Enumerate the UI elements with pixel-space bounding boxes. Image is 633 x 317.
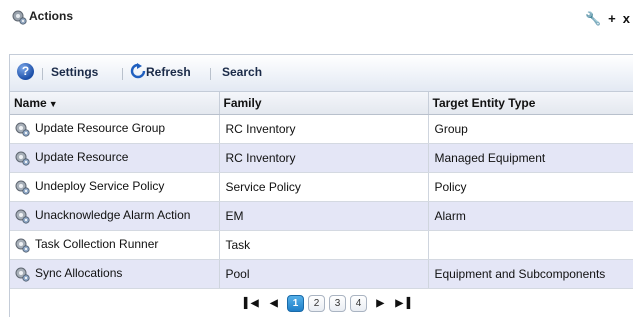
pagination-controls: ▌◀ ◀ 1234 ▶ ▶▐ <box>240 290 414 312</box>
sort-desc-icon: ▼ <box>48 99 58 109</box>
help-icon[interactable]: ? <box>17 63 34 80</box>
page-numbers: 1234 <box>285 295 369 312</box>
refresh-button[interactable]: Refresh <box>146 65 191 79</box>
page-button-3[interactable]: 3 <box>329 295 346 312</box>
table-row[interactable]: Unacknowledge Alarm Action EM Alarm <box>10 201 633 231</box>
cell-name: Update Resource Group <box>10 114 220 144</box>
column-header-name[interactable]: Name ▼ <box>10 92 220 115</box>
page-button-4[interactable]: 4 <box>350 295 367 312</box>
cell-target-entity-type: Policy <box>428 172 633 202</box>
cell-target-entity-type <box>428 230 633 260</box>
action-gear-icon <box>15 238 30 253</box>
toolbar-separator <box>210 68 211 80</box>
pagination: ▌◀ ◀ 1234 ▶ ▶▐ <box>10 290 633 316</box>
window-tools: 🔧 + x <box>581 11 633 27</box>
refresh-icon[interactable] <box>130 63 146 79</box>
cell-target-entity-type: Equipment and Subcomponents <box>428 259 633 289</box>
table-row[interactable]: Update Resource Group RC Inventory Group <box>10 114 633 144</box>
cell-family: Pool <box>219 259 429 289</box>
prev-page-icon[interactable]: ◀ <box>270 298 278 309</box>
table-row[interactable]: Task Collection Runner Task <box>10 230 633 260</box>
table-header-row: Name ▼ Family Target Entity Type <box>10 92 633 115</box>
cell-name: Unacknowledge Alarm Action <box>10 201 220 231</box>
cell-target-entity-type: Alarm <box>428 201 633 231</box>
action-gear-icon <box>15 180 30 195</box>
plus-icon[interactable]: + <box>608 11 619 26</box>
cell-family: Service Policy <box>219 172 429 202</box>
page-button-1[interactable]: 1 <box>287 295 304 312</box>
cell-name: Task Collection Runner <box>10 230 220 260</box>
action-gear-icon <box>15 151 30 166</box>
settings-button[interactable]: Settings <box>51 65 98 79</box>
table-row[interactable]: Undeploy Service Policy Service Policy Pol… <box>10 172 633 202</box>
cell-family: EM <box>219 201 429 231</box>
toolbar-separator <box>42 68 43 80</box>
page-title: Actions <box>29 9 74 23</box>
last-page-icon[interactable]: ▶▐ <box>395 298 410 309</box>
column-header-target-entity-type[interactable]: Target Entity Type <box>428 92 633 115</box>
toolbar: ? Settings Refresh Search <box>10 55 633 92</box>
first-page-icon[interactable]: ▌◀ <box>244 298 259 309</box>
cell-target-entity-type: Managed Equipment <box>428 143 633 173</box>
action-gear-icon <box>15 122 30 137</box>
window-header: Actions 🔧 + x <box>0 0 633 36</box>
cell-family: RC Inventory <box>219 143 429 173</box>
cell-name: Update Resource <box>10 143 220 173</box>
next-page-icon[interactable]: ▶ <box>376 298 384 309</box>
actions-table: Name ▼ Family Target Entity Type Update R… <box>10 92 633 289</box>
cell-family: RC Inventory <box>219 114 429 144</box>
action-gear-icon <box>15 209 30 224</box>
table-row[interactable]: Sync Allocations Pool Equipment and Subcom… <box>10 259 633 289</box>
wrench-icon[interactable]: 🔧 <box>585 11 604 27</box>
search-button[interactable]: Search <box>222 65 262 79</box>
actions-panel: ? Settings Refresh Search Name ▼ Family T… <box>9 54 633 317</box>
cell-name: Sync Allocations <box>10 259 220 289</box>
cell-target-entity-type: Group <box>428 114 633 144</box>
cell-name: Undeploy Service Policy <box>10 172 220 202</box>
close-icon[interactable]: x <box>623 11 633 26</box>
cell-family: Task <box>219 230 429 260</box>
column-header-family[interactable]: Family <box>219 92 429 115</box>
table-row[interactable]: Update Resource RC Inventory Managed Equip… <box>10 143 633 173</box>
actions-gear-icon <box>12 10 27 25</box>
toolbar-separator <box>122 68 123 80</box>
page-button-2[interactable]: 2 <box>308 295 325 312</box>
action-gear-icon <box>15 267 30 282</box>
